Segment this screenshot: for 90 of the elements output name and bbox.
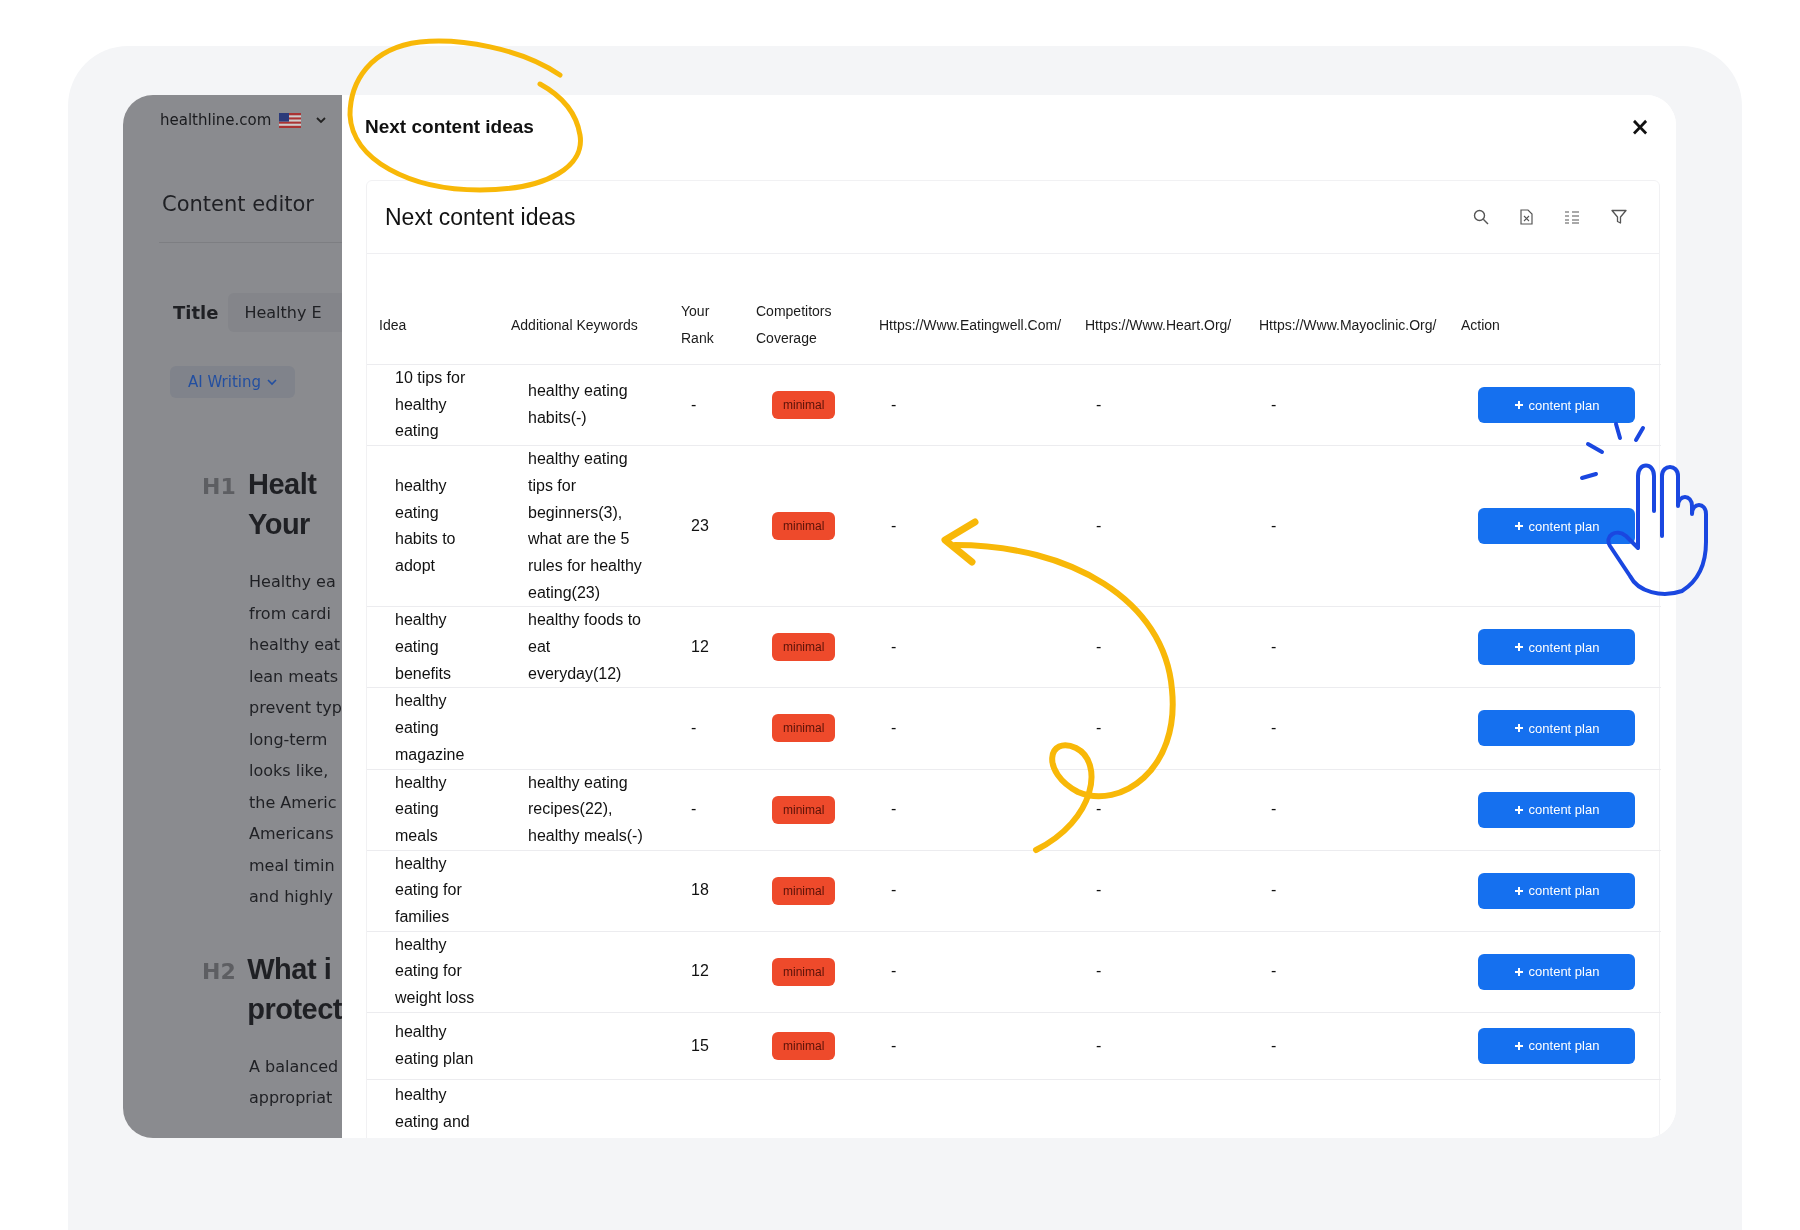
competitor-value: - <box>1095 1036 1102 1054</box>
keywords-text: healthy eating tips for beginners(3), what are the 5 rules for healthy eating(23) <box>527 449 643 603</box>
competitor-value: - <box>890 638 897 656</box>
content-plan-button[interactable]: content plan <box>1478 872 1635 909</box>
coverage-badge: minimal <box>772 633 836 662</box>
column-header: Additional Keywords <box>511 315 638 335</box>
page-title: Content editor <box>161 191 315 218</box>
idea-text: healthy eating and <box>394 1084 471 1132</box>
column-header: Competitors Coverage <box>756 302 833 348</box>
article-paragraph: Healthy ea from cardi healthy eat lean meats prevent typ long-term looks like, the Americ Americans meal timin and highly <box>248 571 342 908</box>
plus-icon <box>1513 885 1524 896</box>
competitor-value: - <box>1270 719 1277 737</box>
competitor-value: - <box>1095 638 1102 656</box>
chevron-down-icon[interactable] <box>315 116 328 124</box>
coverage-badge: minimal <box>772 957 836 986</box>
title-label: Title <box>173 302 219 323</box>
keywords-text: healthy eating habits(-) <box>527 381 629 429</box>
idea-text: healthy eating plan <box>394 1022 475 1069</box>
plus-icon <box>1513 521 1524 532</box>
article-heading: What i protect <box>247 951 342 1027</box>
coverage-badge: minimal <box>772 512 836 541</box>
plus-icon <box>1513 804 1524 815</box>
column-header: Https://Www.Eatingwell.Com/ <box>879 315 1062 335</box>
content-plan-button[interactable]: content plan <box>1478 387 1635 424</box>
column-header: Idea <box>379 315 407 335</box>
coverage-badge: minimal <box>772 391 836 420</box>
content-plan-button[interactable]: content plan <box>1478 629 1635 666</box>
competitor-value: - <box>890 719 897 737</box>
idea-text: healthy eating habits to adopt <box>394 475 457 576</box>
content-plan-button[interactable]: content plan <box>1478 791 1635 828</box>
competitor-value: - <box>1270 1036 1277 1054</box>
plus-icon <box>1513 966 1524 977</box>
content-plan-button[interactable]: content plan <box>1478 710 1635 747</box>
idea-text: 10 tips for healthy eating <box>394 368 467 442</box>
column-header: Https://Www.Heart.Org/ <box>1085 315 1232 335</box>
competitor-value: - <box>1095 719 1102 737</box>
site-name[interactable]: healthline.com <box>160 111 272 129</box>
content-plan-button[interactable]: content plan <box>1478 1027 1635 1064</box>
competitor-value: - <box>1270 881 1277 899</box>
keywords-text: healthy foods to eat everyday(12) <box>527 610 642 684</box>
competitor-value: - <box>890 962 897 980</box>
rank-value: - <box>690 800 697 818</box>
idea-text: healthy eating for weight loss <box>394 934 476 1009</box>
article-paragraph: A balanced appropriat <box>248 1055 340 1109</box>
competitor-value: - <box>1095 800 1102 818</box>
column-header: Your Rank <box>681 302 715 348</box>
competitor-value: - <box>1270 800 1277 818</box>
keywords-text: healthy eating recipes(22), healthy meals(-) <box>527 772 644 846</box>
competitor-value: - <box>890 1036 897 1054</box>
modal-title: Next content ideas <box>365 116 534 138</box>
rank-value: 15 <box>690 1036 709 1054</box>
coverage-badge: minimal <box>772 1031 836 1060</box>
column-header: Action <box>1461 315 1500 335</box>
filter-icon[interactable] <box>1611 209 1627 225</box>
competitor-value: - <box>1095 516 1102 534</box>
plus-icon <box>1513 400 1524 411</box>
rank-value: 12 <box>690 638 709 656</box>
plus-icon <box>1513 723 1524 734</box>
content-plan-button[interactable]: content plan <box>1478 953 1635 990</box>
title-field[interactable]: Healthy E <box>228 293 342 332</box>
competitor-value: - <box>1270 516 1277 534</box>
competitor-value: - <box>1095 881 1102 899</box>
coverage-badge: minimal <box>772 795 836 824</box>
rank-value: - <box>690 719 697 737</box>
plus-icon <box>1513 642 1524 653</box>
column-header: Https://Www.Mayoclinic.Org/ <box>1259 315 1437 335</box>
competitor-value: - <box>1270 395 1277 413</box>
chevron-down-icon <box>267 378 278 386</box>
spreadsheet-file-icon[interactable] <box>1520 209 1533 225</box>
content-plan-button[interactable]: content plan <box>1478 508 1635 545</box>
competitor-value: - <box>1095 962 1102 980</box>
rank-value: 18 <box>690 881 709 899</box>
competitor-value: - <box>1270 638 1277 656</box>
competitor-value: - <box>890 516 897 534</box>
rank-value: - <box>690 395 697 413</box>
us-flag-icon <box>279 112 302 128</box>
coverage-badge: minimal <box>772 714 836 743</box>
article-heading: Healt Your <box>248 467 317 542</box>
rank-value: 23 <box>690 516 709 534</box>
rank-value: 12 <box>690 962 709 980</box>
competitor-value: - <box>890 881 897 899</box>
competitor-value: - <box>1270 962 1277 980</box>
close-button[interactable]: × <box>1629 115 1650 139</box>
competitor-value: - <box>890 800 897 818</box>
search-icon[interactable] <box>1473 209 1489 225</box>
panel-title: Next content ideas <box>385 203 576 231</box>
competitor-value: - <box>890 395 897 413</box>
plus-icon <box>1513 1040 1524 1051</box>
coverage-badge: minimal <box>772 876 836 905</box>
competitor-value: - <box>1095 395 1102 413</box>
